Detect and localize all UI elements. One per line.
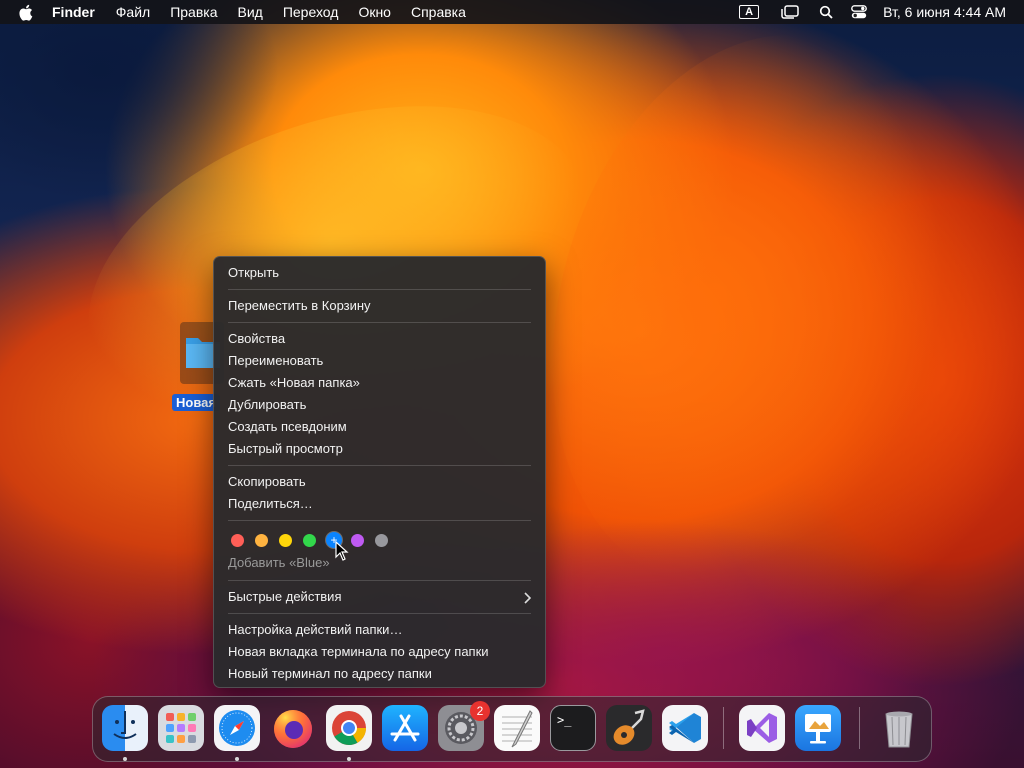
menu-window[interactable]: Окно — [358, 0, 391, 24]
running-indicator — [123, 757, 127, 761]
menu-separator — [228, 613, 531, 614]
menu-item-get-info[interactable]: Свойства — [214, 328, 545, 350]
menu-item-share[interactable]: Поделиться… — [214, 493, 545, 515]
apple-menu-icon[interactable] — [18, 4, 38, 21]
menu-item-rename[interactable]: Переименовать — [214, 350, 545, 372]
menu-separator — [228, 289, 531, 290]
menu-item-open[interactable]: Открыть — [214, 262, 545, 284]
terminal-prompt: >_ — [557, 713, 572, 727]
tag-yellow[interactable] — [279, 533, 292, 547]
menu-item-move-to-trash[interactable]: Переместить в Корзину — [214, 295, 545, 317]
menu-item-compress[interactable]: Сжать «Новая папка» — [214, 372, 545, 394]
finder-icon[interactable] — [102, 705, 148, 751]
tag-gray[interactable] — [375, 533, 388, 547]
garageband-icon[interactable] — [606, 705, 652, 751]
input-source-icon[interactable]: A — [739, 5, 760, 19]
tag-color-row: + — [214, 526, 545, 554]
launchpad-icon[interactable] — [158, 705, 204, 751]
menu-help[interactable]: Справка — [411, 0, 466, 24]
menu-item-folder-actions-setup[interactable]: Настройка действий папки… — [214, 619, 545, 641]
context-menu: Открыть Переместить в Корзину Свойства П… — [213, 256, 546, 688]
app-store-icon[interactable] — [382, 705, 428, 751]
running-indicator — [347, 757, 351, 761]
menu-item-copy[interactable]: Скопировать — [214, 471, 545, 493]
menu-item-new-terminal-tab[interactable]: Новая вкладка терминала по адресу папки — [214, 641, 545, 663]
add-tag-hint: Добавить «Blue» — [228, 555, 330, 570]
tag-green[interactable] — [303, 533, 316, 547]
notification-badge: 2 — [470, 701, 490, 721]
mouse-cursor-icon — [335, 540, 349, 561]
quick-actions-label: Быстрые действия — [228, 589, 342, 604]
stage-manager-icon[interactable] — [781, 5, 799, 19]
visual-studio-icon[interactable] — [739, 705, 785, 751]
menu-item-make-alias[interactable]: Создать псевдоним — [214, 416, 545, 438]
vscode-icon[interactable] — [662, 705, 708, 751]
menu-item-quick-actions[interactable]: Быстрые действия — [214, 586, 545, 608]
menu-view[interactable]: Вид — [238, 0, 263, 24]
control-center-icon[interactable] — [851, 5, 868, 19]
input-source-label: A — [739, 5, 760, 19]
terminal-icon[interactable]: >_ — [550, 705, 596, 751]
tag-red[interactable] — [231, 533, 244, 547]
spotlight-search-icon[interactable] — [819, 5, 833, 19]
menu-file[interactable]: Файл — [116, 0, 150, 24]
tag-orange[interactable] — [255, 533, 268, 547]
menu-separator — [228, 520, 531, 521]
menu-edit[interactable]: Правка — [170, 0, 217, 24]
dock-separator — [723, 707, 724, 749]
chrome-icon[interactable] — [326, 705, 372, 751]
menu-item-quick-look[interactable]: Быстрый просмотр — [214, 438, 545, 460]
menu-separator — [228, 580, 531, 581]
menu-separator — [228, 322, 531, 323]
menu-item-new-terminal[interactable]: Новый терминал по адресу папки — [214, 663, 545, 685]
firefox-icon[interactable] — [270, 705, 316, 751]
menu-bar-clock[interactable]: Вт, 6 июня 4:44 AM — [883, 4, 1006, 20]
system-settings-icon[interactable]: 2 — [438, 701, 490, 751]
menu-item-duplicate[interactable]: Дублировать — [214, 394, 545, 416]
dock: 2 >_ — [92, 696, 932, 762]
menu-bar: Finder Файл Правка Вид Переход Окно Спра… — [0, 0, 1024, 24]
menu-separator — [228, 465, 531, 466]
chevron-right-icon — [523, 586, 532, 608]
running-indicator — [235, 757, 239, 761]
safari-icon[interactable] — [214, 705, 260, 751]
textedit-icon[interactable] — [494, 705, 540, 751]
dock-separator — [859, 707, 860, 749]
menu-go[interactable]: Переход — [283, 0, 339, 24]
trash-icon[interactable] — [876, 705, 922, 751]
menu-app-name[interactable]: Finder — [52, 0, 95, 24]
tag-purple[interactable] — [351, 533, 364, 547]
keynote-icon[interactable] — [795, 705, 841, 751]
